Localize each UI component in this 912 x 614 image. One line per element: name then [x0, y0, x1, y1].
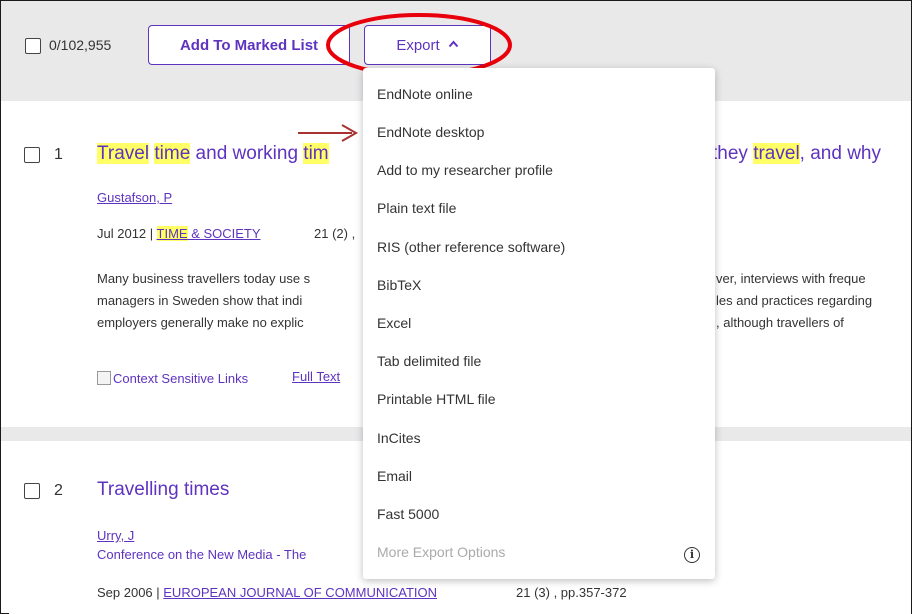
info-icon[interactable]: i	[684, 547, 700, 563]
export-button[interactable]: Export	[364, 25, 491, 65]
record-1-author[interactable]: Gustafson, P	[97, 190, 172, 205]
record-2-conference: Conference on the New Media - The	[97, 547, 307, 562]
record-1-volume: 21 (2) ,	[314, 226, 356, 241]
export-ris[interactable]: RIS (other reference software)	[377, 239, 565, 255]
export-fast-5000[interactable]: Fast 5000	[377, 506, 439, 522]
export-label: Export	[396, 36, 440, 54]
record-2-volume: 21 (3) , pp.357-372	[516, 585, 627, 600]
export-bibtex[interactable]: BibTeX	[377, 277, 421, 293]
export-printable-html[interactable]: Printable HTML file	[377, 391, 496, 407]
full-text-link[interactable]: Full Text	[292, 369, 340, 384]
record-1-journal[interactable]: TIME & SOCIETY	[156, 226, 261, 241]
record-1-checkbox[interactable]	[24, 147, 40, 163]
record-2-title[interactable]: Travelling times	[97, 479, 229, 501]
export-email[interactable]: Email	[377, 468, 412, 484]
record-2-number: 2	[54, 482, 63, 499]
record-2-journal[interactable]: EUROPEAN JOURNAL OF COMMUNICATION	[163, 585, 437, 600]
record-1-title[interactable]: Travel time and working tim	[97, 143, 329, 165]
record-1-title-right[interactable]: they travel, and why	[712, 143, 881, 165]
export-more-options: More Export Options	[377, 544, 506, 560]
context-sensitive-links[interactable]: Context Sensitive Links	[97, 371, 248, 386]
record-1-abstract-right: ver, interviews with freque les and prac…	[716, 271, 873, 330]
export-endnote-desktop[interactable]: EndNote desktop	[377, 124, 484, 140]
export-incites[interactable]: InCites	[377, 430, 421, 446]
broken-image-icon	[97, 371, 111, 385]
add-to-marked-list-button[interactable]: Add To Marked List	[148, 25, 350, 65]
export-excel[interactable]: Excel	[377, 315, 411, 331]
chevron-up-icon	[448, 39, 459, 51]
record-1-source: Jul 2012 | TIME & SOCIETY	[97, 226, 261, 241]
export-plain-text[interactable]: Plain text file	[377, 200, 456, 216]
record-2-author[interactable]: Urry, J	[97, 528, 134, 543]
export-researcher-profile[interactable]: Add to my researcher profile	[377, 162, 553, 178]
select-all-checkbox[interactable]	[25, 38, 41, 54]
record-2-source: Sep 2006 | EUROPEAN JOURNAL OF COMMUNICA…	[97, 585, 438, 600]
export-menu: EndNote online EndNote desktop Add to my…	[363, 68, 715, 579]
record-1-number: 1	[54, 146, 63, 163]
record-2-checkbox[interactable]	[24, 483, 40, 499]
export-tab-delimited[interactable]: Tab delimited file	[377, 353, 481, 369]
export-endnote-online[interactable]: EndNote online	[377, 86, 473, 102]
selection-count: 0/102,955	[49, 37, 112, 53]
record-1-abstract-left: Many business travellers today use s man…	[97, 271, 311, 330]
